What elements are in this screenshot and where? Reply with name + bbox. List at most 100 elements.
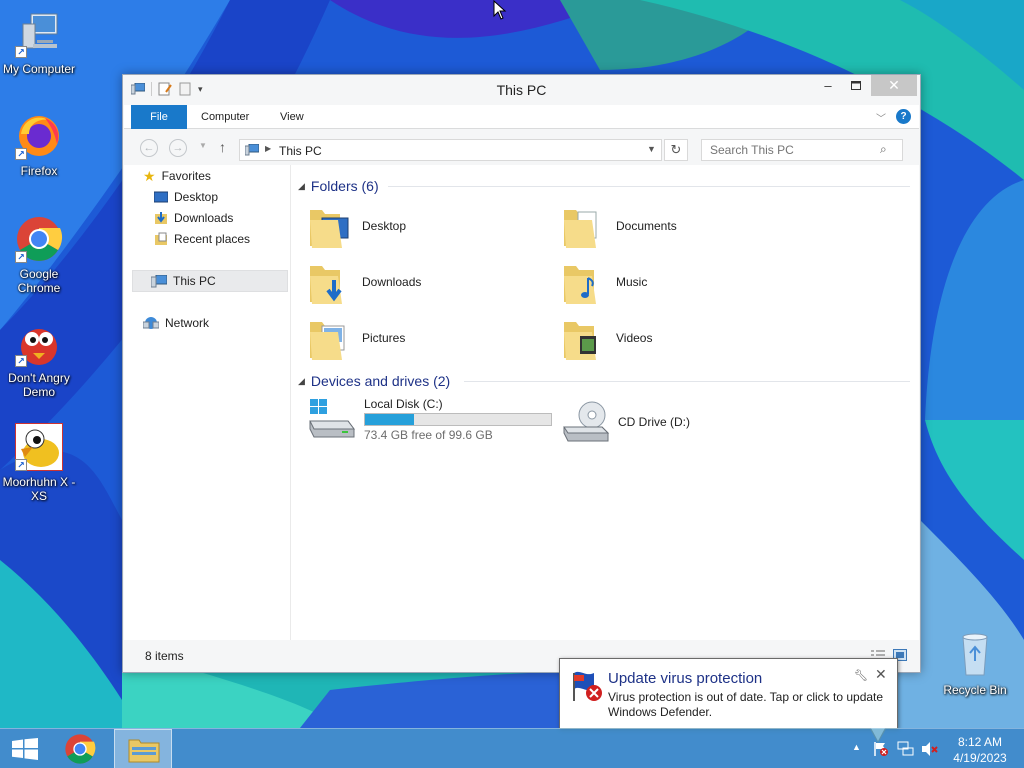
network-tray-icon[interactable] — [897, 741, 915, 757]
cd-drive-icon — [563, 401, 610, 442]
windows-logo-icon — [12, 738, 38, 760]
tab-view[interactable]: View — [280, 105, 304, 129]
search-input[interactable] — [701, 139, 903, 161]
expand-ribbon-chevron-icon[interactable]: ﹀ — [876, 110, 886, 125]
minimize-button[interactable]: ‒ — [815, 75, 841, 96]
music-folder-icon — [564, 266, 596, 304]
show-hidden-icons-chevron-icon[interactable]: ▲ — [852, 742, 861, 752]
desktop-icon-my-computer[interactable]: ↗ My Computer — [0, 10, 78, 76]
help-icon[interactable]: ? — [896, 109, 911, 124]
search-icon: ⌕ — [880, 142, 887, 156]
explorer-window[interactable]: ▾ This PC ‒ ✕ File Computer View ﹀ ? ← →… — [122, 74, 921, 673]
back-button[interactable]: ← — [140, 139, 158, 157]
folder-desktop[interactable]: Desktop — [308, 200, 548, 252]
refresh-button[interactable]: ↻ — [664, 139, 688, 161]
volume-muted-icon[interactable] — [921, 741, 939, 757]
notification-message: Virus protection is out of date. Tap or … — [608, 690, 884, 719]
drive-free-space: 73.4 GB free of 99.6 GB — [364, 428, 493, 442]
chrome-icon: ↗ — [15, 215, 63, 263]
start-button[interactable] — [0, 729, 58, 768]
forward-button[interactable]: → — [169, 139, 187, 157]
clock-date: 4/19/2023 — [953, 751, 1007, 765]
breadcrumb-separator-icon[interactable]: ▶ — [265, 144, 271, 153]
recycle-bin-icon — [951, 631, 999, 679]
this-pc-small-icon — [151, 274, 167, 287]
desktop-icon-label: My Computer — [2, 62, 76, 76]
nav-item-label: Downloads — [174, 211, 234, 225]
maximize-button[interactable] — [843, 75, 869, 96]
taskbar-clock[interactable]: 8:12 AM 4/19/2023 — [944, 734, 1016, 766]
maximize-icon — [851, 81, 861, 90]
nav-item-favorites[interactable]: ★ Favorites — [143, 167, 211, 185]
moorhuhn-icon: ↗ — [14, 422, 64, 472]
taskbar-file-explorer-button[interactable] — [114, 729, 172, 768]
nav-item-recent-places[interactable]: Recent places — [154, 230, 250, 248]
notification-balloon[interactable]: Update virus protection Virus protection… — [559, 658, 898, 743]
tab-computer[interactable]: Computer — [201, 105, 249, 129]
devices-group-header[interactable]: ◢ Devices and drives (2) — [298, 373, 450, 389]
nav-item-downloads[interactable]: Downloads — [154, 209, 233, 227]
ribbon-tabs: File Computer View ﹀ ? — [124, 105, 919, 129]
firefox-icon: ↗ — [15, 112, 63, 160]
taskbar-chrome-button[interactable] — [53, 729, 111, 768]
nav-item-label: Desktop — [174, 190, 219, 204]
desktop-icon-google-chrome[interactable]: ↗ Google Chrome — [0, 215, 78, 295]
downloads-small-icon — [155, 212, 167, 224]
nav-item-network[interactable]: Network — [143, 314, 209, 332]
desktop-icon-moorhuhn[interactable]: ↗ Moorhuhn X - XS — [0, 422, 78, 503]
explorer-body: ★ Favorites Desktop Downloads Recent pla… — [124, 165, 919, 640]
recent-locations-chevron-icon[interactable]: ▼ — [199, 141, 207, 150]
tab-file[interactable]: File — [131, 105, 187, 129]
nav-item-label: Network — [165, 316, 210, 330]
nav-item-desktop[interactable]: Desktop — [154, 188, 218, 206]
desktop-icon-dont-angry-demo[interactable]: ↗ Don't Angry Demo — [0, 319, 78, 399]
title-bar[interactable]: ▾ This PC ‒ ✕ — [123, 75, 920, 105]
drive-name: CD Drive (D:) — [618, 415, 690, 429]
notification-title: Update virus protection — [608, 670, 763, 687]
folder-downloads[interactable]: Downloads — [308, 256, 548, 308]
collapse-triangle-icon[interactable]: ◢ — [298, 181, 305, 192]
folder-name: Music — [616, 275, 648, 289]
desktop-icon-label: Google Chrome — [17, 267, 61, 295]
folder-name: Documents — [616, 219, 677, 233]
address-text[interactable]: This PC — [279, 144, 322, 158]
folder-music[interactable]: Music — [562, 256, 802, 308]
drive-usage-bar — [364, 413, 552, 426]
drive-usage-fill — [365, 414, 414, 425]
file-explorer-icon — [128, 739, 160, 763]
collapse-triangle-icon[interactable]: ◢ — [298, 376, 305, 387]
drive-local-disk-c[interactable]: Local Disk (C:) 73.4 GB free of 99.6 GB — [308, 397, 552, 442]
folder-videos[interactable]: Videos — [562, 312, 802, 364]
taskbar: ▲ 8:12 AM 4/19/2023 — [0, 728, 1024, 768]
nav-item-this-pc[interactable]: This PC — [132, 270, 288, 292]
nav-item-label: Recent places — [174, 232, 251, 246]
this-pc-small-icon — [245, 144, 259, 156]
desktop-icon-recycle-bin[interactable]: Recycle Bin — [936, 631, 1014, 697]
folder-name: Downloads — [362, 275, 422, 289]
drive-cd-d[interactable]: CD Drive (D:) — [562, 401, 690, 443]
navigation-bar: ← → ▼ ↑ ▶ This PC ▼ ↻ ⌕ — [123, 129, 920, 165]
chrome-icon — [65, 734, 96, 764]
star-icon: ★ — [143, 167, 156, 184]
recent-places-icon — [155, 232, 167, 245]
shortcut-arrow-icon: ↗ — [15, 46, 27, 58]
pictures-folder-icon — [310, 322, 345, 360]
desktop-icon-label: Don't Angry Demo — [8, 371, 70, 399]
videos-folder-icon — [564, 322, 596, 360]
up-button[interactable]: ↑ — [219, 139, 226, 155]
address-bar[interactable]: ▶ This PC ▼ — [239, 139, 662, 161]
action-center-flag-icon[interactable] — [873, 741, 889, 757]
security-flag-error-icon — [573, 671, 602, 701]
close-button[interactable]: ✕ — [871, 75, 917, 96]
folder-pictures[interactable]: Pictures — [308, 312, 548, 364]
my-computer-icon: ↗ — [15, 10, 63, 58]
close-notification-icon[interactable]: ✕ — [875, 666, 887, 683]
shortcut-arrow-icon: ↗ — [15, 148, 27, 160]
address-dropdown-chevron-icon[interactable]: ▼ — [647, 144, 656, 154]
drive-info: CD Drive (D:) — [618, 415, 690, 429]
settings-wrench-icon[interactable]: 🔧︎ — [854, 669, 868, 682]
folder-documents[interactable]: Documents — [562, 200, 802, 252]
folders-group-header[interactable]: ◢ Folders (6) — [298, 178, 379, 194]
dont-angry-icon: ↗ — [15, 319, 63, 367]
desktop-icon-firefox[interactable]: ↗ Firefox — [0, 112, 78, 178]
